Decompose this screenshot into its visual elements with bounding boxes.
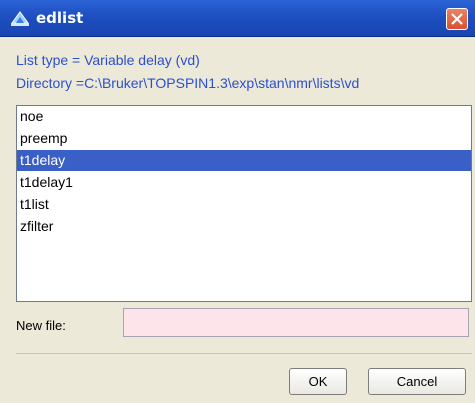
list-item-zfilter[interactable]: zfilter [17, 216, 471, 237]
new-file-input[interactable] [123, 308, 469, 337]
close-icon [451, 13, 463, 25]
list-item-t1list[interactable]: t1list [17, 194, 471, 215]
window-title: edlist [36, 9, 84, 27]
list-item-preemp[interactable]: preemp [17, 128, 471, 149]
list-item-t1delay1[interactable]: t1delay1 [17, 172, 471, 193]
app-icon [10, 9, 30, 27]
separator [16, 353, 472, 354]
edlist-dialog: edlist List type = Variable delay (vd) D… [0, 0, 475, 403]
directory-text: Directory =C:\Bruker\TOPSPIN1.3\exp\stan… [16, 75, 360, 91]
list-item-t1delay[interactable]: t1delay [17, 150, 471, 171]
new-file-label: New file: [16, 318, 66, 333]
list-type-text: List type = Variable delay (vd) [16, 52, 200, 68]
close-button[interactable] [446, 8, 468, 30]
list-item-noe[interactable]: noe [17, 106, 471, 127]
ok-button[interactable]: OK [289, 368, 347, 395]
cancel-button[interactable]: Cancel [368, 368, 466, 395]
title-bar[interactable]: edlist [0, 0, 475, 37]
file-list[interactable]: noe preemp t1delay t1delay1 t1list zfilt… [16, 105, 472, 302]
